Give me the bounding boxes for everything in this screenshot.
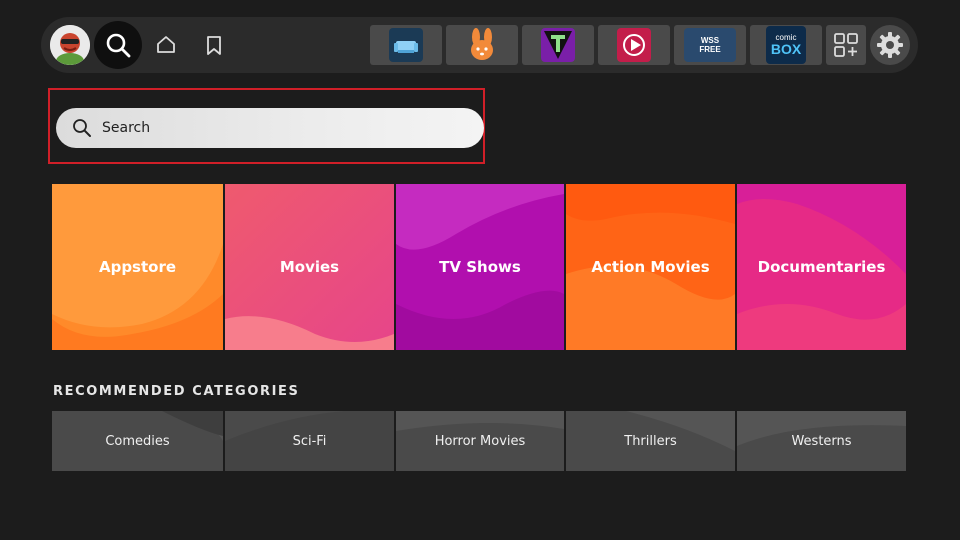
search-input[interactable]: Search <box>56 108 484 148</box>
recommended-categories-heading: RECOMMENDED CATEGORIES <box>53 384 300 399</box>
category-label: Movies <box>279 258 340 276</box>
category-tile-movies[interactable]: Movies <box>225 184 394 350</box>
search-placeholder: Search <box>102 120 151 136</box>
nav-watchlist-button[interactable] <box>200 31 228 59</box>
category-label: Action Movies <box>591 258 710 276</box>
recommended-tile-westerns[interactable]: Westerns <box>737 411 906 471</box>
comicbox-app-label-bottom: BOX <box>770 41 802 57</box>
recommended-tile-comedies[interactable]: Comedies <box>52 411 223 471</box>
couch-app-icon <box>389 28 423 62</box>
wss-app-icon: WSS FREE <box>684 28 736 62</box>
app-tile-rabbit[interactable] <box>446 25 518 65</box>
recommended-label: Horror Movies <box>434 433 526 449</box>
rabbit-app-icon <box>465 28 499 62</box>
recommended-tile-thrillers[interactable]: Thrillers <box>566 411 735 471</box>
gear-icon <box>877 32 903 58</box>
bookmark-icon <box>207 36 221 55</box>
app-tile-tubi[interactable] <box>522 25 594 65</box>
category-label: TV Shows <box>439 258 521 276</box>
wss-app-label: WSS FREE <box>699 36 721 54</box>
app-tile-couch[interactable] <box>370 25 442 65</box>
nav-home-button[interactable] <box>152 31 180 59</box>
recommended-label: Sci-Fi <box>292 433 327 449</box>
tubi-app-icon <box>541 28 575 62</box>
recommended-label: Thrillers <box>624 433 677 449</box>
category-tile-documentaries[interactable]: Documentaries <box>737 184 906 350</box>
search-icon <box>73 119 91 137</box>
comicbox-app-icon: comic BOX <box>766 26 806 64</box>
apps-grid-button[interactable] <box>826 25 866 65</box>
recommended-tile-sci-fi[interactable]: Sci-Fi <box>225 411 394 471</box>
app-tile-play[interactable] <box>598 25 670 65</box>
home-icon <box>157 36 175 53</box>
category-tile-tv-shows[interactable]: TV Shows <box>396 184 564 350</box>
search-icon <box>106 33 131 58</box>
app-tile-comicbox[interactable]: comic BOX <box>750 25 822 65</box>
app-tile-wss[interactable]: WSS FREE <box>674 25 746 65</box>
nav-search-button[interactable] <box>94 21 142 69</box>
recommended-label: Comedies <box>105 433 170 449</box>
profile-avatar[interactable] <box>50 25 90 65</box>
apps-grid-icon <box>834 33 858 57</box>
category-tile-action-movies[interactable]: Action Movies <box>566 184 735 350</box>
category-tile-appstore[interactable]: Appstore <box>52 184 223 350</box>
settings-button[interactable] <box>870 25 910 65</box>
play-app-icon <box>617 28 651 62</box>
recommended-tile-horror-movies[interactable]: Horror Movies <box>396 411 564 471</box>
category-label: Documentaries <box>757 258 886 276</box>
category-label: Appstore <box>98 258 177 276</box>
avatar-icon <box>50 25 90 65</box>
recommended-label: Westerns <box>791 433 852 449</box>
